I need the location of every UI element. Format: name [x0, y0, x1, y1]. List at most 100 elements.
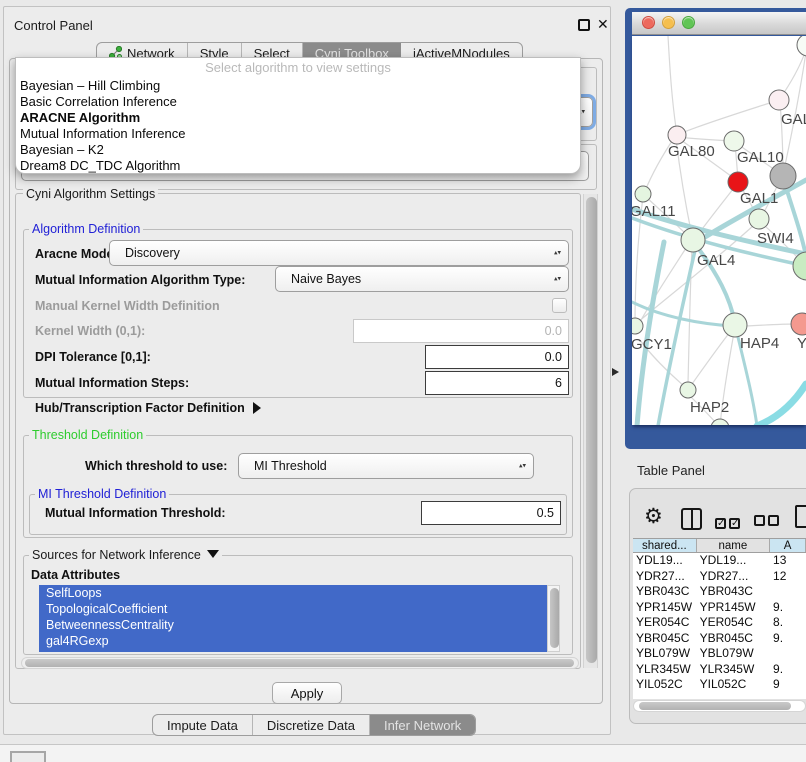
zoom-traffic-light[interactable]: [682, 16, 695, 29]
table-cell[interactable]: YBR045C: [697, 631, 770, 647]
attribute-item[interactable]: gal4RGexp: [39, 633, 547, 649]
table-cell[interactable]: YER054C: [633, 615, 697, 631]
table-cell[interactable]: [770, 584, 806, 600]
attributes-scrollbar-thumb[interactable]: [550, 588, 559, 648]
table-cell[interactable]: YBR043C: [633, 584, 697, 600]
dropdown-item[interactable]: Dream8 DC_TDC Algorithm: [16, 158, 580, 174]
table-row[interactable]: YDR27...YDR27...12: [633, 569, 806, 585]
dropdown-item[interactable]: Basic Correlation Inference: [16, 94, 580, 110]
table-cell[interactable]: YBL079W: [633, 646, 697, 662]
table-row[interactable]: YER054CYER054C8.: [633, 615, 806, 631]
table-cell[interactable]: 9: [770, 677, 806, 693]
table-row[interactable]: YBR045CYBR045C9.: [633, 631, 806, 647]
table-horizontal-scrollbar[interactable]: [633, 700, 806, 712]
attribute-item[interactable]: TopologicalCoefficient: [39, 601, 547, 617]
table-row[interactable]: YLR345WYLR345W9.: [633, 662, 806, 678]
table-cell[interactable]: 12: [770, 569, 806, 585]
table-cell[interactable]: YDR27...: [633, 569, 697, 585]
network-node-hap4[interactable]: [723, 313, 747, 337]
control-panel-title: Control Panel: [14, 18, 93, 33]
table-cell[interactable]: YLR345W: [633, 662, 697, 678]
select-all-checkboxes-icon[interactable]: ✓✓: [715, 513, 743, 531]
attribute-item[interactable]: BetweennessCentrality: [39, 617, 547, 633]
close-traffic-light[interactable]: [642, 16, 655, 29]
table-cell[interactable]: YPR145W: [697, 600, 770, 616]
table-cell[interactable]: 9.: [770, 662, 806, 678]
table-cell[interactable]: YDR27...: [697, 569, 770, 585]
table-row[interactable]: YBR043CYBR043C: [633, 584, 806, 600]
table-cell[interactable]: YDL19...: [697, 553, 770, 569]
network-node-gal[interactable]: [769, 90, 789, 110]
table-cell[interactable]: YBR045C: [633, 631, 697, 647]
column-layout-icon[interactable]: [681, 508, 702, 530]
table-row[interactable]: YDL19...YDL19...13: [633, 553, 806, 569]
table-cell[interactable]: YBL079W: [697, 646, 770, 662]
apply-button[interactable]: Apply: [272, 682, 342, 704]
network-node[interactable]: [770, 163, 796, 189]
table-cell[interactable]: [770, 646, 806, 662]
float-window-icon[interactable]: [578, 19, 590, 31]
table-horizontal-scrollbar-thumb[interactable]: [639, 702, 791, 710]
mi-threshold-field[interactable]: [421, 501, 561, 525]
kernel-width-field[interactable]: [353, 319, 569, 343]
network-view-window[interactable]: GALGAL80GAL10GAL1GAL11SWI4GAL4GCY1HAP4YH…: [625, 8, 806, 449]
network-node-hap2[interactable]: [680, 382, 696, 398]
network-node-gcy1[interactable]: [632, 318, 643, 334]
table-cell[interactable]: 9.: [770, 631, 806, 647]
network-node-gal11[interactable]: [635, 186, 651, 202]
table-cell[interactable]: YIL052C: [697, 677, 770, 693]
dropdown-item[interactable]: Mutual Information Inference: [16, 126, 580, 142]
settings-gear-icon[interactable]: ⚙: [644, 504, 663, 529]
settings-vertical-scrollbar-thumb[interactable]: [586, 197, 597, 663]
sources-toggle[interactable]: Sources for Network Inference: [29, 548, 222, 562]
network-window-titlebar[interactable]: [632, 12, 806, 35]
tab-impute-data[interactable]: Impute Data: [153, 715, 253, 735]
table-header-A[interactable]: A: [770, 539, 806, 552]
tab-infer-network[interactable]: Infer Network: [370, 715, 475, 735]
settings-vertical-scrollbar[interactable]: [583, 194, 598, 668]
attributes-scrollbar[interactable]: [547, 585, 560, 652]
dropdown-item[interactable]: ARACNE Algorithm: [16, 110, 580, 126]
network-node-gal4[interactable]: [681, 228, 705, 252]
attribute-item[interactable]: SelfLoops: [39, 585, 547, 601]
table-header-name[interactable]: name: [697, 539, 770, 552]
table-cell[interactable]: 9.: [770, 600, 806, 616]
dpi-tolerance-field[interactable]: [425, 345, 569, 369]
table-row[interactable]: YIL052CYIL052C9: [633, 677, 806, 693]
tab-discretize-data[interactable]: Discretize Data: [253, 715, 370, 735]
table-cell[interactable]: 8.: [770, 615, 806, 631]
network-node[interactable]: [797, 36, 806, 56]
table-row[interactable]: YBL079WYBL079W: [633, 646, 806, 662]
corner-widget[interactable]: [10, 751, 46, 762]
table-cell[interactable]: YER054C: [697, 615, 770, 631]
deselect-all-checkboxes-icon[interactable]: [754, 513, 782, 531]
table-header-shared...[interactable]: shared...: [633, 539, 697, 552]
close-icon[interactable]: ✕: [597, 16, 609, 33]
table-cell[interactable]: 13: [770, 553, 806, 569]
table-cell[interactable]: YBR043C: [697, 584, 770, 600]
network-node[interactable]: [793, 252, 806, 280]
manual-kernel-checkbox[interactable]: [552, 298, 567, 313]
table-cell[interactable]: YPR145W: [633, 600, 697, 616]
document-icon[interactable]: [795, 505, 806, 528]
mi-steps-field[interactable]: [425, 371, 569, 395]
dropdown-item[interactable]: Bayesian – Hill Climbing: [16, 78, 580, 94]
dropdown-item[interactable]: Bayesian – K2: [16, 142, 580, 158]
table-cell[interactable]: YDL19...: [633, 553, 697, 569]
settings-horizontal-scrollbar-thumb[interactable]: [25, 659, 574, 667]
table-cell[interactable]: YIL052C: [633, 677, 697, 693]
network-node-gal1[interactable]: [728, 172, 748, 192]
minimize-traffic-light[interactable]: [662, 16, 675, 29]
which-threshold-combo[interactable]: MI Threshold ▴▾: [238, 453, 534, 479]
network-node-gal80[interactable]: [668, 126, 686, 144]
hub-definition-toggle[interactable]: Hub/Transcription Factor Definition: [35, 401, 261, 415]
network-node-swi4[interactable]: [749, 209, 769, 229]
network-canvas[interactable]: GALGAL80GAL10GAL1GAL11SWI4GAL4GCY1HAP4YH…: [632, 36, 806, 425]
network-node-y[interactable]: [791, 313, 806, 335]
table-row[interactable]: YPR145WYPR145W9.: [633, 600, 806, 616]
settings-horizontal-scrollbar[interactable]: [21, 657, 579, 669]
network-node-gal10[interactable]: [724, 131, 744, 151]
mi-type-combo[interactable]: Naive Bayes ▴▾: [275, 266, 569, 292]
table-cell[interactable]: YLR345W: [697, 662, 770, 678]
aracne-mode-combo[interactable]: Discovery ▴▾: [109, 240, 569, 266]
